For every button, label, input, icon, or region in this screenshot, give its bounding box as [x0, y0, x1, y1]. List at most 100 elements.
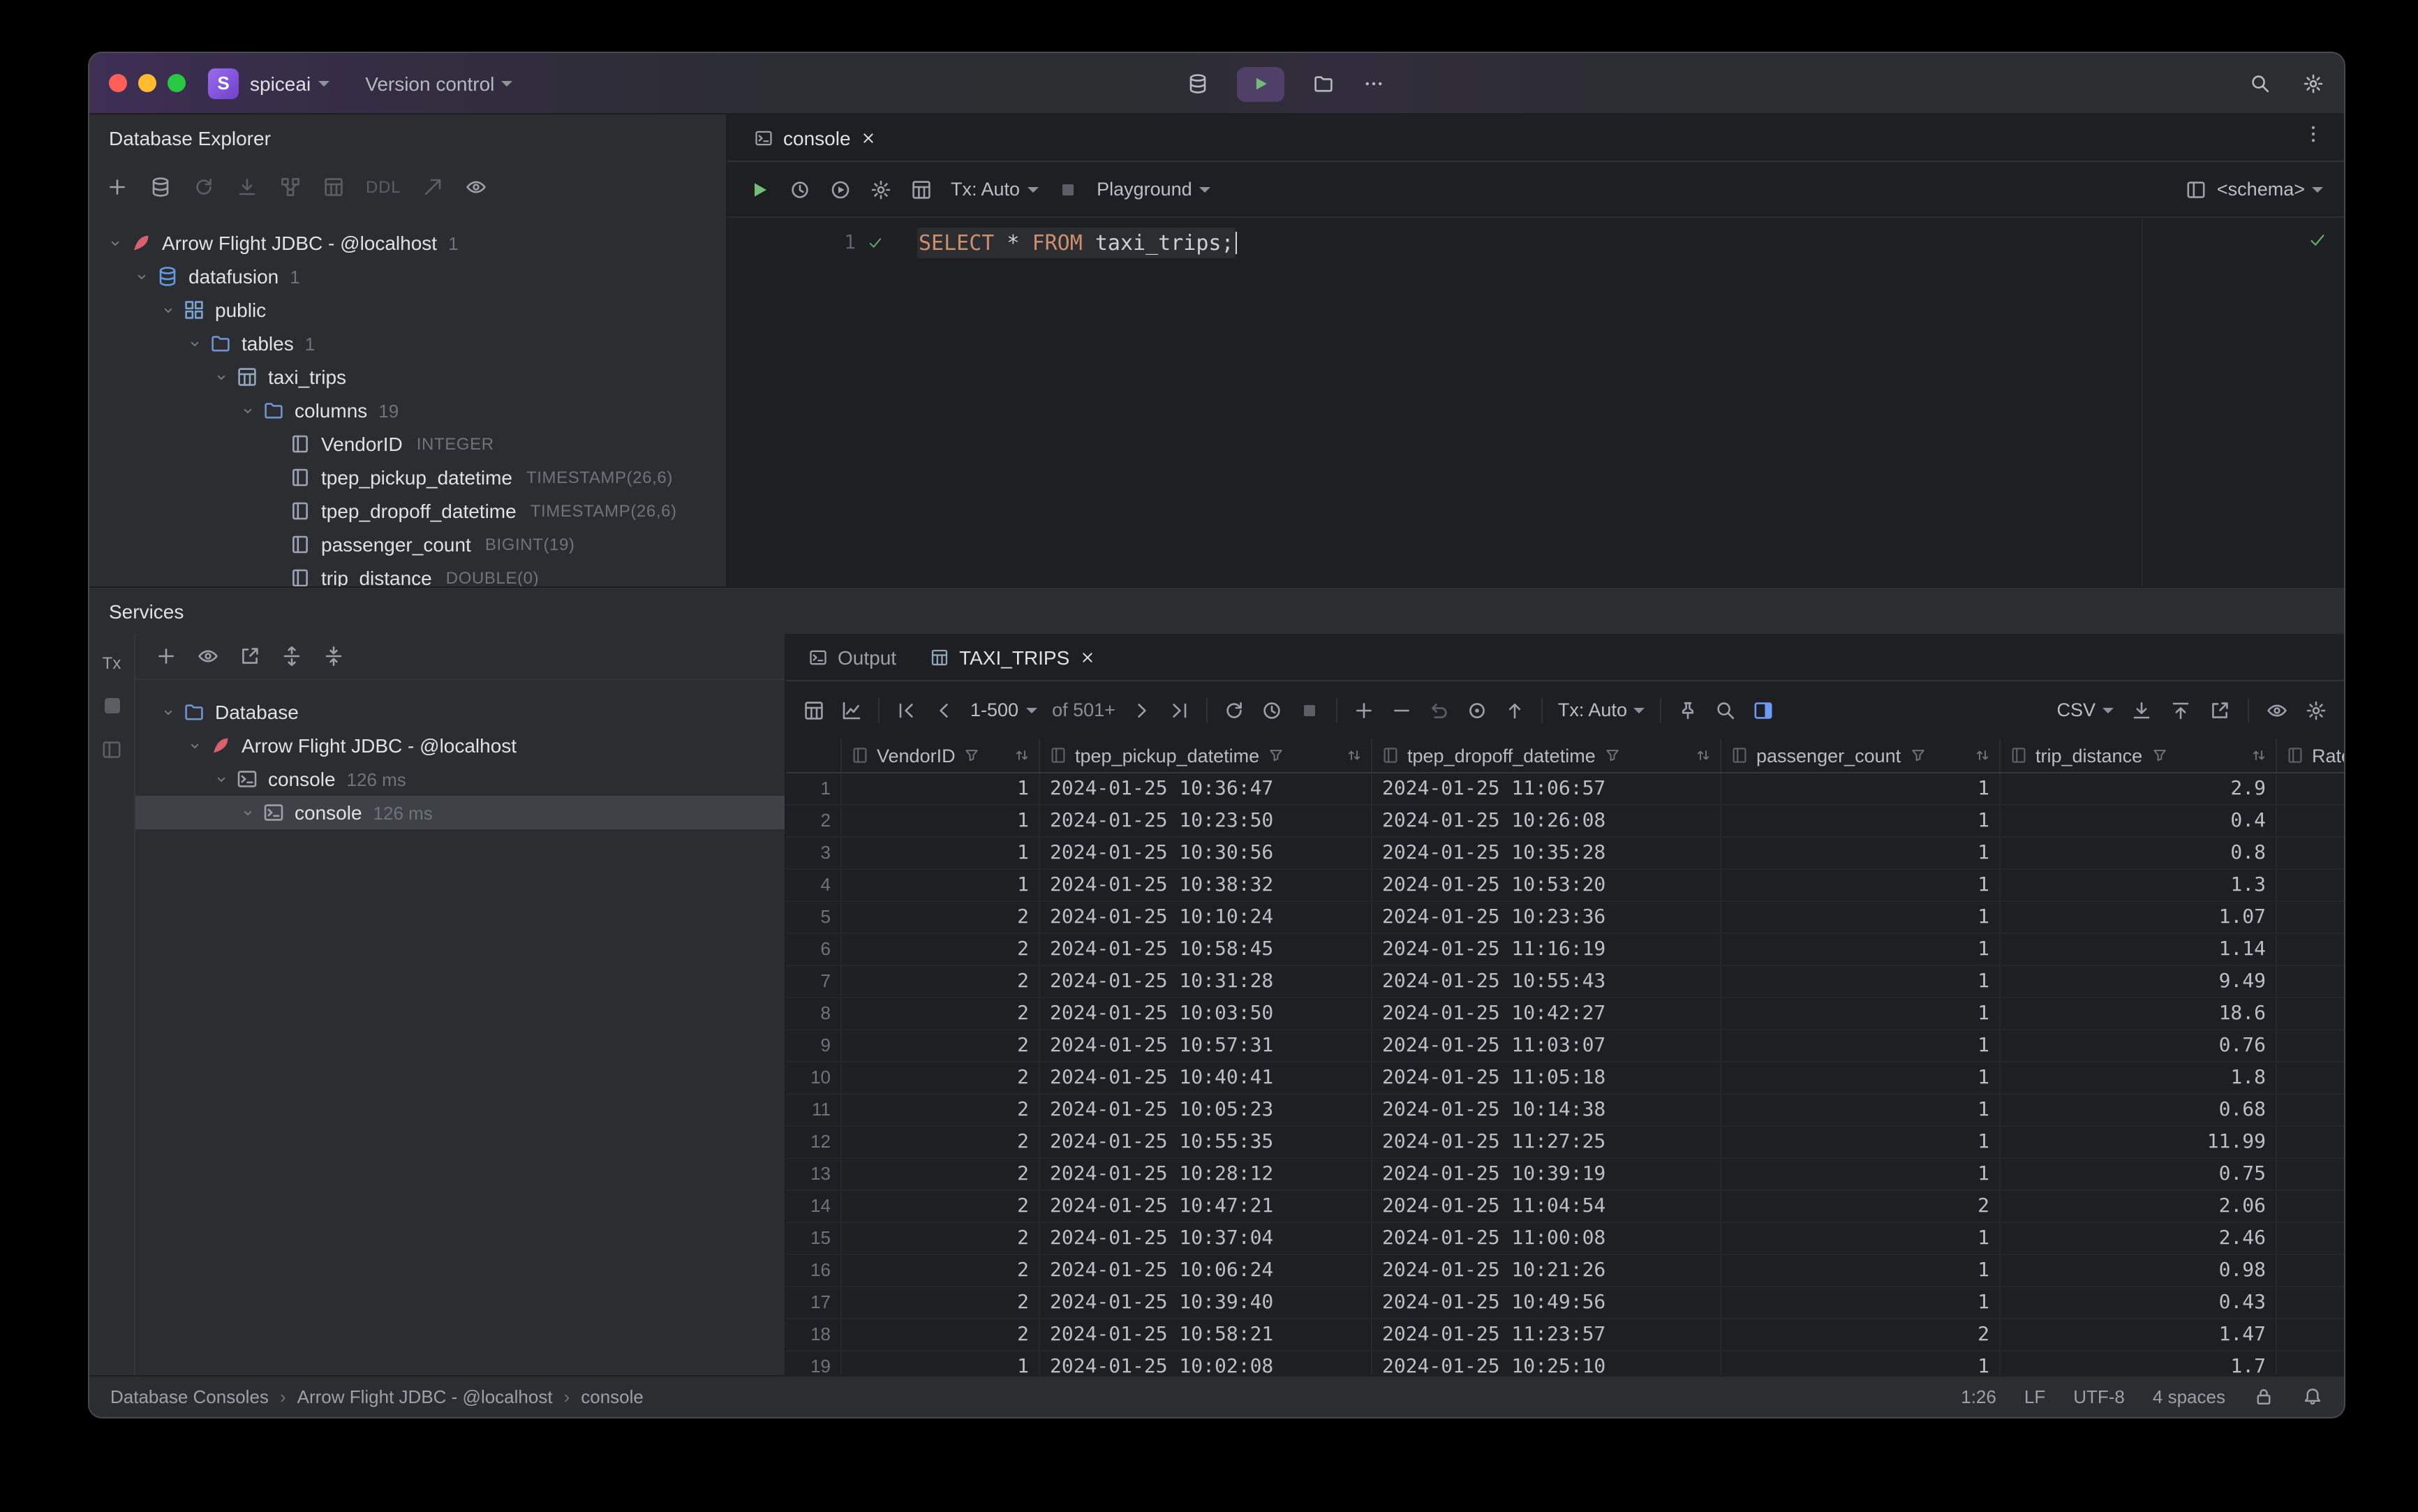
tab-console[interactable]: console [739, 114, 893, 161]
rate-cell[interactable] [2277, 1255, 2344, 1286]
lock-icon[interactable] [2253, 1386, 2274, 1407]
collapse-all-icon[interactable] [322, 645, 345, 667]
tree-item[interactable]: tables 1 [89, 327, 726, 360]
table-row[interactable]: 6 2 2024-01-25 10:58:45 2024-01-25 11:16… [786, 934, 2344, 966]
vendor-id-cell[interactable]: 2 [842, 1062, 1040, 1093]
breadcrumb-item[interactable]: Arrow Flight JDBC - @localhost [269, 1386, 553, 1407]
vendor-id-cell[interactable]: 2 [842, 1095, 1040, 1125]
playground-dropdown[interactable]: Playground [1097, 179, 1210, 200]
pickup-datetime-cell[interactable]: 2024-01-25 10:10:24 [1040, 902, 1372, 933]
chevron-down-icon[interactable] [107, 235, 123, 251]
delete-row-icon[interactable] [1390, 699, 1413, 721]
vendor-id-cell[interactable]: 1 [842, 773, 1040, 804]
rate-cell[interactable] [2277, 1159, 2344, 1189]
passenger-count-cell[interactable]: 1 [1721, 1062, 2001, 1093]
rate-cell[interactable] [2277, 966, 2344, 997]
expand-all-icon[interactable] [281, 645, 303, 667]
preview-changes-icon[interactable] [1466, 699, 1488, 721]
dropoff-datetime-cell[interactable]: 2024-01-25 10:39:19 [1372, 1159, 1721, 1189]
schema-selector-dropdown[interactable]: <schema> [2217, 179, 2323, 200]
rate-cell[interactable] [2277, 1191, 2344, 1222]
page-size-dropdown[interactable]: 1-500 [970, 699, 1037, 720]
rate-cell[interactable] [2277, 1287, 2344, 1318]
vendor-id-cell[interactable]: 2 [842, 1159, 1040, 1189]
table-row[interactable]: 14 2 2024-01-25 10:47:21 2024-01-25 11:0… [786, 1191, 2344, 1223]
table-row[interactable]: 15 2 2024-01-25 10:37:04 2024-01-25 11:0… [786, 1223, 2344, 1255]
chevron-down-icon[interactable] [161, 704, 176, 720]
settings-gear-icon[interactable] [2305, 699, 2327, 721]
table-row[interactable]: 7 2 2024-01-25 10:31:28 2024-01-25 10:55… [786, 966, 2344, 998]
table-row[interactable]: 4 1 2024-01-25 10:38:32 2024-01-25 10:53… [786, 870, 2344, 902]
passenger-count-cell[interactable]: 1 [1721, 1223, 2001, 1254]
chevron-down-icon[interactable] [240, 805, 255, 820]
first-page-icon[interactable] [895, 699, 917, 721]
vendor-id-cell[interactable]: 2 [842, 1191, 1040, 1222]
pickup-datetime-cell[interactable]: 2024-01-25 10:39:40 [1040, 1287, 1372, 1318]
show-query-panel-icon[interactable] [1753, 699, 1775, 721]
rate-cell[interactable] [2277, 806, 2344, 836]
chevron-down-icon[interactable] [134, 269, 149, 284]
table-row[interactable]: 3 1 2024-01-25 10:30:56 2024-01-25 10:35… [786, 838, 2344, 870]
dropoff-datetime-cell[interactable]: 2024-01-25 11:23:57 [1372, 1319, 1721, 1350]
trip-distance-cell[interactable]: 2.9 [2001, 773, 2277, 804]
table-row[interactable]: 9 2 2024-01-25 10:57:31 2024-01-25 11:03… [786, 1030, 2344, 1062]
settings-gear-icon[interactable] [2302, 72, 2324, 94]
rate-cell[interactable] [2277, 1062, 2344, 1093]
pickup-datetime-cell[interactable]: 2024-01-25 10:23:50 [1040, 806, 1372, 836]
passenger-count-cell[interactable]: 1 [1721, 998, 2001, 1029]
chevron-down-icon[interactable] [187, 336, 202, 351]
pickup-datetime-cell[interactable]: 2024-01-25 10:47:21 [1040, 1191, 1372, 1222]
table-row[interactable]: 16 2 2024-01-25 10:06:24 2024-01-25 10:2… [786, 1255, 2344, 1287]
vendor-id-cell[interactable]: 2 [842, 1127, 1040, 1157]
more-actions-icon[interactable] [1363, 73, 1385, 95]
dropoff-datetime-cell[interactable]: 2024-01-25 10:21:26 [1372, 1255, 1721, 1286]
table-row[interactable]: 1 1 2024-01-25 10:36:47 2024-01-25 11:06… [786, 773, 2344, 806]
dropoff-datetime-cell[interactable]: 2024-01-25 11:03:07 [1372, 1030, 1721, 1061]
pickup-datetime-cell[interactable]: 2024-01-25 10:06:24 [1040, 1255, 1372, 1286]
rate-cell[interactable] [2277, 838, 2344, 868]
vendor-id-cell[interactable]: 2 [842, 1319, 1040, 1350]
open-console-icon[interactable] [239, 645, 261, 667]
rate-cell[interactable] [2277, 870, 2344, 900]
find-icon[interactable] [1715, 699, 1737, 721]
dropoff-datetime-cell[interactable]: 2024-01-25 10:49:56 [1372, 1287, 1721, 1318]
trip-distance-cell[interactable]: 0.75 [2001, 1159, 2277, 1189]
column-header[interactable]: trip_distance [2001, 739, 2277, 772]
tree-item[interactable]: columns 19 [89, 394, 726, 427]
passenger-count-cell[interactable]: 1 [1721, 1255, 2001, 1286]
add-icon[interactable] [106, 176, 128, 198]
passenger-count-cell[interactable]: 1 [1721, 806, 2001, 836]
pickup-datetime-cell[interactable]: 2024-01-25 10:57:31 [1040, 1030, 1372, 1061]
services-tree-item[interactable]: Arrow Flight JDBC - @localhost [135, 729, 785, 762]
tree-item[interactable]: taxi_trips [89, 360, 726, 394]
column-header[interactable]: Rate [2277, 739, 2344, 772]
trip-distance-cell[interactable]: 0.43 [2001, 1287, 2277, 1318]
refresh-icon[interactable] [193, 176, 215, 198]
close-icon[interactable] [861, 129, 877, 146]
trip-distance-cell[interactable]: 0.8 [2001, 838, 2277, 868]
passenger-count-cell[interactable]: 1 [1721, 1127, 2001, 1157]
rate-cell[interactable] [2277, 998, 2344, 1029]
trip-distance-cell[interactable]: 9.49 [2001, 966, 2277, 997]
jump-to-icon[interactable] [422, 176, 444, 198]
database-icon[interactable] [1187, 73, 1209, 95]
table-row[interactable]: 10 2 2024-01-25 10:40:41 2024-01-25 11:0… [786, 1062, 2344, 1095]
vendor-id-cell[interactable]: 2 [842, 1255, 1040, 1286]
rate-cell[interactable] [2277, 773, 2344, 804]
dropoff-datetime-cell[interactable]: 2024-01-25 10:35:28 [1372, 838, 1721, 868]
passenger-count-cell[interactable]: 1 [1721, 773, 2001, 804]
sort-icon[interactable] [1346, 747, 1363, 764]
tree-item[interactable]: passenger_count BIGINT(19) [89, 528, 726, 561]
rate-cell[interactable] [2277, 1319, 2344, 1350]
history-icon[interactable] [789, 178, 811, 200]
inspection-ok-icon[interactable] [2308, 230, 2327, 250]
ddl-button[interactable]: DDL [366, 177, 401, 197]
trip-distance-cell[interactable]: 11.99 [2001, 1127, 2277, 1157]
auto-refresh-icon[interactable] [1261, 699, 1283, 721]
passenger-count-cell[interactable]: 1 [1721, 1095, 2001, 1125]
rate-cell[interactable] [2277, 902, 2344, 933]
export-download-icon[interactable] [2130, 699, 2153, 721]
filter-icon[interactable] [1604, 747, 1621, 764]
trip-distance-cell[interactable]: 2.46 [2001, 1223, 2277, 1254]
vendor-id-cell[interactable]: 2 [842, 1287, 1040, 1318]
